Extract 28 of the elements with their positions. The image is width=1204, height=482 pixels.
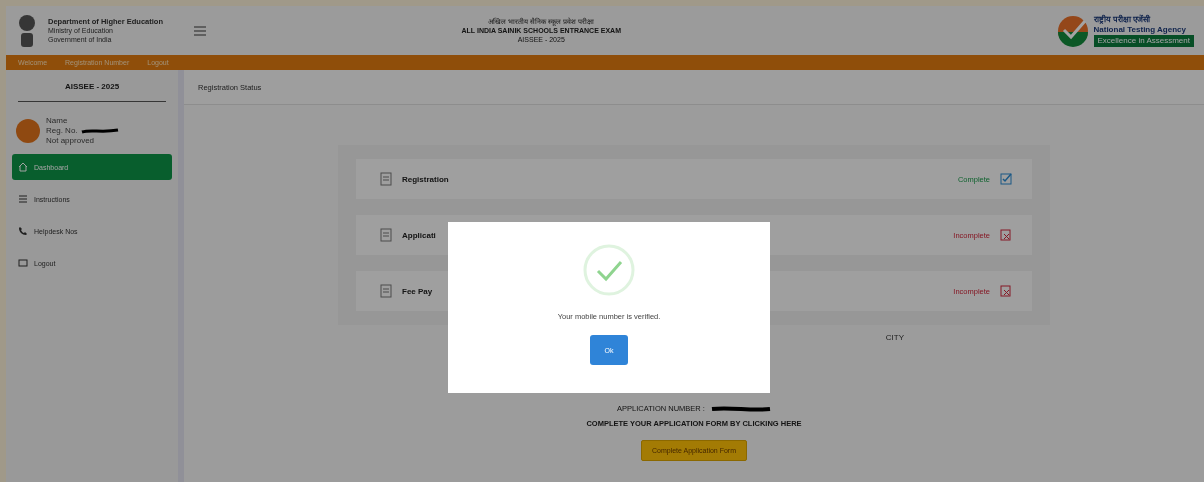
menu-icon[interactable]	[193, 24, 207, 37]
agency-name: National Testing Agency	[1093, 24, 1187, 35]
redaction-mark	[80, 127, 119, 135]
tick-logo-icon	[1055, 13, 1090, 48]
checkbox-icon	[1000, 173, 1012, 185]
phone-icon	[18, 226, 28, 236]
user-status: Not approved	[46, 136, 96, 146]
redaction-mark	[710, 404, 771, 413]
agency-tagline: Excellence in Assessment	[1093, 34, 1194, 47]
step-label: Applicati	[402, 230, 437, 240]
document-icon	[380, 284, 392, 298]
user-name: Name	[46, 116, 69, 126]
emblem-icon	[16, 12, 38, 49]
agency-name-hindi: राष्ट्रीय परीक्षा एजेंसी	[1093, 14, 1152, 25]
document-icon	[380, 228, 392, 242]
document-cross-icon	[1000, 285, 1012, 297]
avatar	[16, 119, 40, 143]
reg-label: Reg. No.	[46, 126, 78, 136]
document-cross-icon	[1000, 229, 1012, 241]
exit-icon	[18, 258, 28, 268]
list-icon	[18, 194, 28, 204]
step-label: Fee Pay	[402, 286, 434, 296]
success-check-icon	[583, 244, 635, 296]
sidebar-title: AISSEE - 2025	[18, 70, 166, 102]
step-label: Registration	[402, 174, 450, 184]
note-text: CITY	[885, 333, 904, 342]
document-icon	[380, 172, 392, 186]
home-icon	[18, 162, 28, 172]
